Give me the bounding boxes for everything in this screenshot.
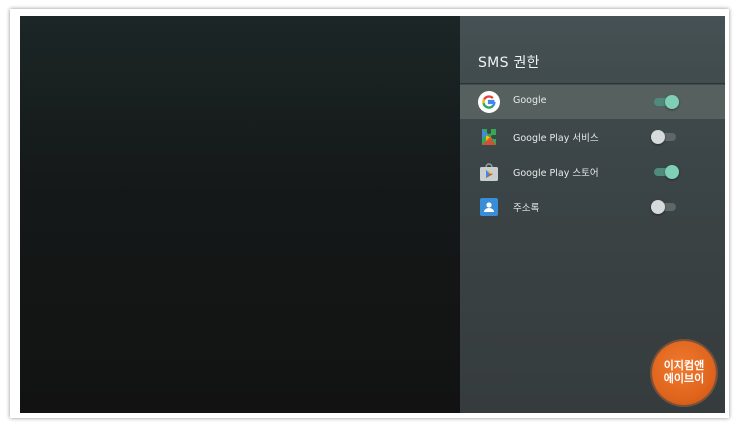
toggle-thumb [665, 165, 679, 179]
google-icon [478, 91, 500, 113]
toggle-google-play-services[interactable] [651, 130, 681, 144]
toggle-thumb [651, 130, 665, 144]
google-play-services-icon [482, 129, 496, 145]
watermark-line-2: 에이브이 [663, 372, 705, 385]
google-play-store-icon [480, 163, 498, 181]
contacts-icon [480, 198, 498, 216]
row-label-google: Google [513, 95, 547, 106]
permission-row-google-play-store[interactable]: Google Play 스토어 [460, 155, 725, 189]
toggle-thumb [665, 95, 679, 109]
row-label-google-play-services: Google Play 서비스 [513, 133, 599, 144]
toggle-contacts[interactable] [651, 200, 681, 214]
permission-row-google-play-services[interactable]: Google Play 서비스 [460, 120, 725, 154]
permission-row-google[interactable]: Google [460, 85, 725, 119]
panel-title: SMS 권한 [478, 55, 540, 71]
toggle-google[interactable] [651, 95, 681, 109]
permission-row-contacts[interactable]: 주소록 [460, 190, 725, 224]
background-content-area [20, 16, 460, 413]
watermark-line-1: 이지컴앤 [663, 359, 705, 372]
row-label-google-play-store: Google Play 스토어 [513, 168, 599, 179]
toggle-thumb [651, 200, 665, 214]
title-divider [460, 83, 725, 84]
watermark-badge: 이지컴앤 에이브이 [652, 341, 716, 405]
row-label-contacts: 주소록 [513, 203, 540, 214]
tv-screen: SMS 권한 Google Google Play 서비스 Google Pla… [20, 16, 725, 413]
toggle-google-play-store[interactable] [651, 165, 681, 179]
